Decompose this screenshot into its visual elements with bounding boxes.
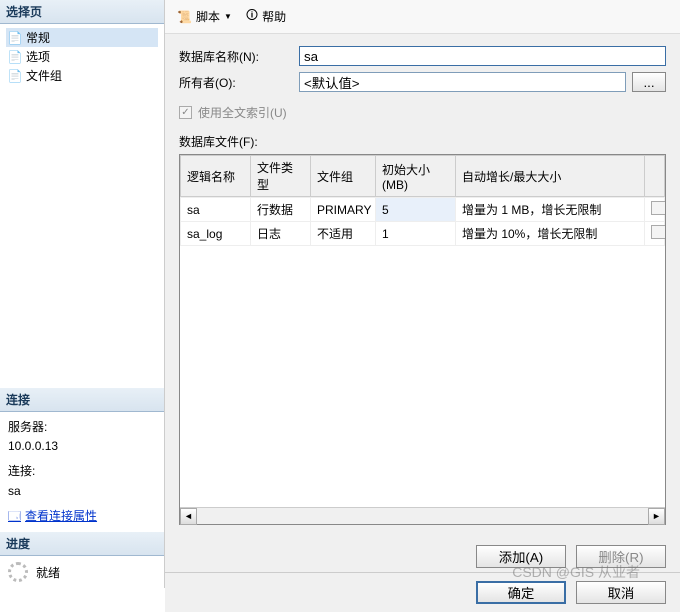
owner-label: 所有者(O): <box>179 74 299 91</box>
table-row[interactable]: sa_log 日志 不适用 1 增量为 10%，增长无限制 <box>181 222 665 246</box>
db-name-label: 数据库名称(N): <box>179 48 299 65</box>
col-autogrowth[interactable]: 自动增长/最大大小 <box>456 156 645 197</box>
progress-status: 就绪 <box>36 564 60 581</box>
help-button[interactable]: 🛈 帮助 <box>242 4 290 29</box>
col-filegroup[interactable]: 文件组 <box>311 156 376 197</box>
select-page-header: 选择页 <box>0 0 164 24</box>
help-icon: 🛈 <box>246 6 258 27</box>
nav-label: 常规 <box>26 29 50 46</box>
cancel-button[interactable]: 取消 <box>576 581 666 604</box>
toolbar: 📜 脚本 ▼ 🛈 帮助 <box>165 0 680 34</box>
fulltext-label: 使用全文索引(U) <box>198 104 287 121</box>
horizontal-scrollbar[interactable]: ◄ ► <box>180 507 665 524</box>
scroll-track[interactable] <box>197 508 648 525</box>
scroll-right-icon[interactable]: ► <box>648 508 665 525</box>
files-label: 数据库文件(F): <box>179 133 666 150</box>
page-icon: 📄 <box>8 69 22 83</box>
page-icon: 📄 <box>8 50 22 64</box>
scroll-left-icon[interactable]: ◄ <box>180 508 197 525</box>
grid-actions: 添加(A) 删除(R) <box>165 537 680 572</box>
connection-header: 连接 <box>0 388 164 412</box>
remove-button[interactable]: 删除(R) <box>576 545 666 568</box>
browse-owner-button[interactable]: ... <box>632 72 666 92</box>
col-action <box>645 156 665 197</box>
nav-item-filegroups[interactable]: 📄 文件组 <box>6 66 158 85</box>
chevron-down-icon: ▼ <box>224 12 232 21</box>
grid-body[interactable]: sa 行数据 PRIMARY 5 增量为 1 MB，增长无限制 sa_log 日… <box>180 197 665 507</box>
nav-label: 选项 <box>26 48 50 65</box>
fulltext-checkbox: ✓ <box>179 106 192 119</box>
db-name-input[interactable] <box>299 46 666 66</box>
conn-label: 连接: <box>8 462 156 481</box>
row-edit-button[interactable] <box>651 225 665 239</box>
properties-icon: 🗔 <box>8 507 21 526</box>
col-logical-name[interactable]: 逻辑名称 <box>181 156 251 197</box>
nav-item-options[interactable]: 📄 选项 <box>6 47 158 66</box>
form-area: 数据库名称(N): 所有者(O): ... ✓ 使用全文索引(U) 数据库文件(… <box>165 34 680 537</box>
col-initial-size[interactable]: 初始大小(MB) <box>376 156 456 197</box>
nav-label: 文件组 <box>26 67 62 84</box>
conn-value: sa <box>8 482 156 501</box>
dialog-buttons: 确定 取消 <box>165 572 680 612</box>
view-connection-props-link[interactable]: 🗔 查看连接属性 <box>8 507 97 526</box>
progress-section: 就绪 <box>0 556 164 588</box>
connection-info: 服务器: 10.0.0.13 连接: sa 🗔 查看连接属性 <box>0 412 164 532</box>
col-file-type[interactable]: 文件类型 <box>251 156 311 197</box>
ok-button[interactable]: 确定 <box>476 581 566 604</box>
files-grid: 逻辑名称 文件类型 文件组 初始大小(MB) 自动增长/最大大小 <box>179 154 666 525</box>
add-button[interactable]: 添加(A) <box>476 545 566 568</box>
owner-input[interactable] <box>299 72 626 92</box>
spinner-icon <box>8 562 28 582</box>
table-row[interactable]: sa 行数据 PRIMARY 5 增量为 1 MB，增长无限制 <box>181 198 665 222</box>
progress-header: 进度 <box>0 532 164 556</box>
main-panel: 📜 脚本 ▼ 🛈 帮助 数据库名称(N): 所有者(O): ... ✓ 使用全文… <box>165 0 680 588</box>
script-button[interactable]: 📜 脚本 ▼ <box>173 6 236 27</box>
script-icon: 📜 <box>177 10 192 24</box>
server-value: 10.0.0.13 <box>8 437 156 456</box>
nav-item-general[interactable]: 📄 常规 <box>6 28 158 47</box>
page-icon: 📄 <box>8 31 22 45</box>
nav-list: 📄 常规 📄 选项 📄 文件组 <box>0 24 164 89</box>
row-edit-button[interactable] <box>651 201 665 215</box>
server-label: 服务器: <box>8 418 156 437</box>
sidebar: 选择页 📄 常规 📄 选项 📄 文件组 连接 服务器: 10.0.0.13 连接… <box>0 0 165 588</box>
